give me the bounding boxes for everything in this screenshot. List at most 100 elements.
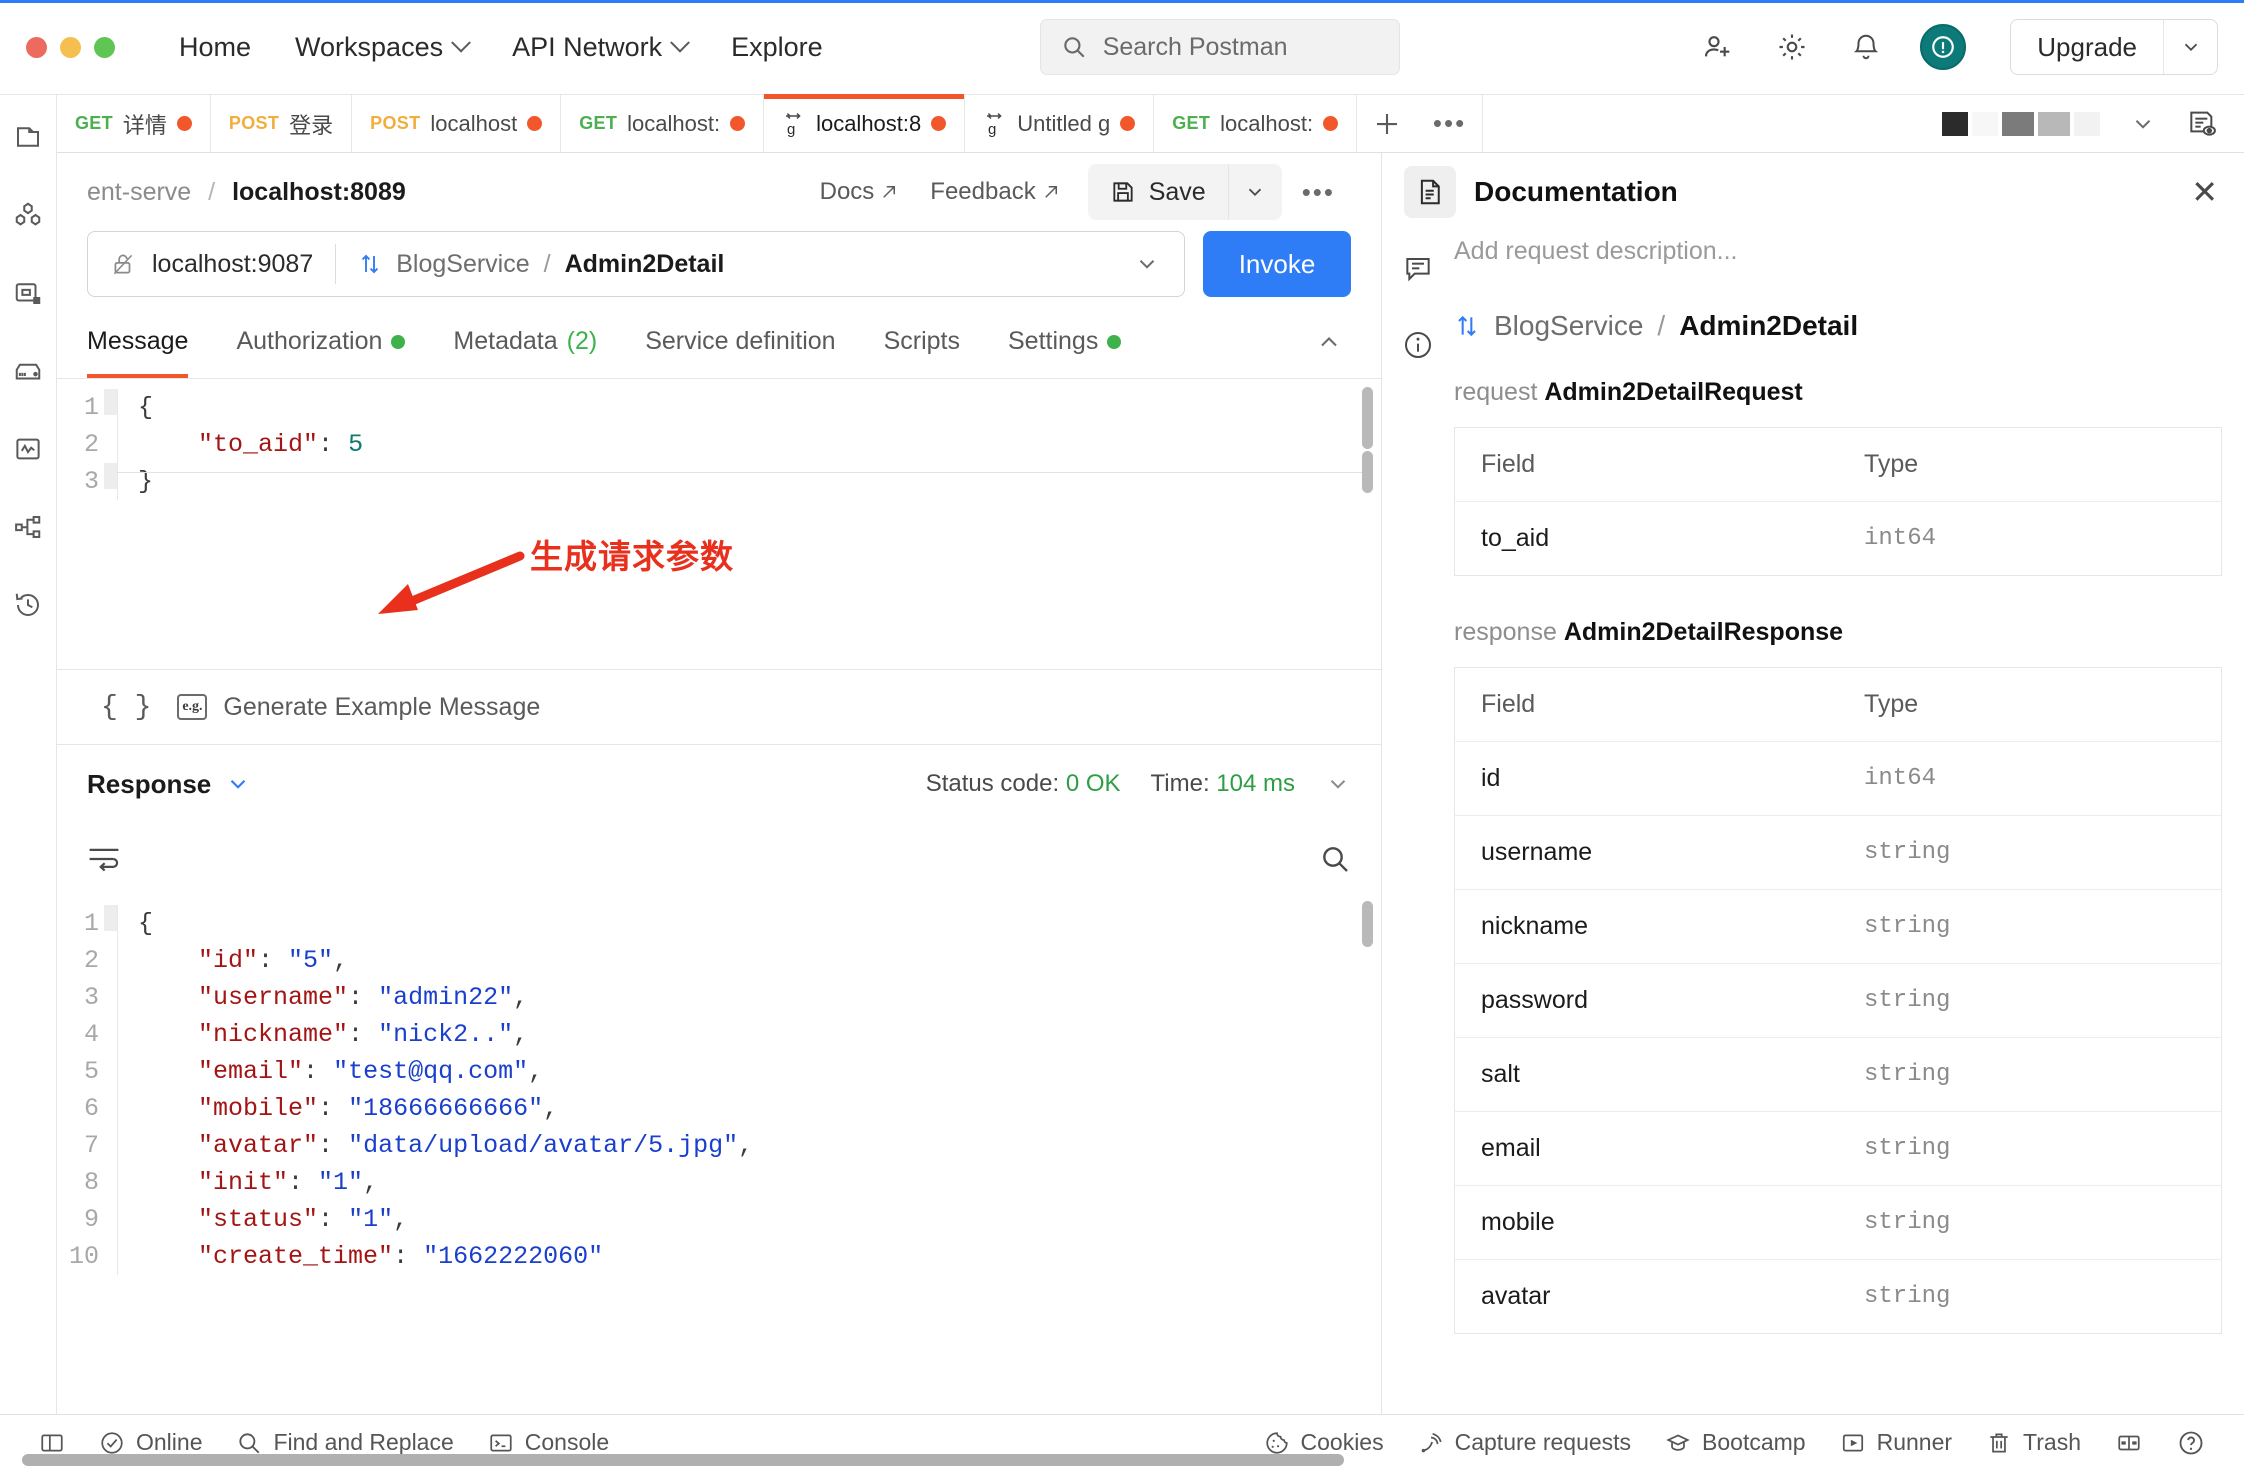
upgrade-button[interactable]: Upgrade <box>2010 19 2218 75</box>
sidebar-item-collections[interactable] <box>8 117 48 157</box>
nav-item-explore[interactable]: Explore <box>709 24 845 71</box>
editor-scrollbar[interactable] <box>1362 387 1373 449</box>
request-tab-active[interactable]: g localhost:8 <box>764 94 966 152</box>
message-code[interactable]: 1 2 3 { "to_aid": 5 } <box>57 379 1381 500</box>
fold-marker[interactable] <box>104 463 117 489</box>
notifications-bell-icon[interactable] <box>1846 27 1886 67</box>
code-lines[interactable]: { "id": "5", "username": "admin22", "nic… <box>104 905 1381 1275</box>
runner-button[interactable]: Runner <box>1823 1429 1969 1456</box>
tab-overflow-menu-button[interactable]: ••• <box>1417 95 1484 152</box>
grpc-method-selector[interactable]: BlogService / Admin2Detail <box>336 250 1110 279</box>
response-body[interactable]: 1 2 3 4 5 6 7 8 9 10 {"id": "5", "usern… <box>57 895 1381 1414</box>
documentation-separator: / <box>1657 310 1666 341</box>
save-options-chevron-down-icon[interactable] <box>1227 164 1282 220</box>
environment-chevron-down-icon[interactable] <box>2130 111 2156 137</box>
sidebar-item-reports[interactable] <box>8 429 48 469</box>
field-name: salt <box>1454 1037 1838 1112</box>
breadcrumb-collection[interactable]: ent-serve <box>87 178 191 206</box>
request-tab[interactable]: GET 详情 <box>57 95 211 152</box>
server-url-field[interactable]: localhost:9087 <box>88 250 335 279</box>
url-bar[interactable]: localhost:9087 BlogService / Admin2Detai… <box>87 231 1185 297</box>
response-title[interactable]: Response <box>87 769 251 800</box>
request-section-label: request <box>1454 378 1538 406</box>
online-status[interactable]: Online <box>82 1429 219 1456</box>
grpc-icon: g <box>983 111 1007 137</box>
tab-settings[interactable]: Settings <box>984 305 1145 378</box>
save-button[interactable]: Save <box>1087 164 1228 220</box>
capture-requests-button[interactable]: Capture requests <box>1401 1429 1648 1456</box>
unlocked-icon <box>110 251 136 277</box>
window-controls[interactable] <box>26 36 115 58</box>
request-tab[interactable]: POST 登录 <box>211 95 353 152</box>
response-scrollbar[interactable] <box>1362 901 1373 947</box>
tab-authorization[interactable]: Authorization <box>212 305 429 378</box>
collapse-chevron-up-icon[interactable] <box>1315 328 1351 356</box>
nav-item-api-network[interactable]: API Network <box>490 24 709 71</box>
sidebar-item-environments[interactable] <box>8 195 48 235</box>
documentation-title: Documentation <box>1474 176 1678 207</box>
maximize-window-button[interactable] <box>94 36 115 58</box>
postman-window: Home Workspaces API Network Explore Sear… <box>0 0 2244 1470</box>
minimize-window-button[interactable] <box>60 36 81 58</box>
breadcrumb[interactable]: ent-serve / localhost:8089 <box>87 178 406 207</box>
nav-item-workspaces[interactable]: Workspaces <box>273 24 490 71</box>
close-window-button[interactable] <box>26 36 47 58</box>
response-code[interactable]: 1 2 3 4 5 6 7 8 9 10 {"id": "5", "usern… <box>57 895 1381 1275</box>
editor-scrollbar-thumb[interactable] <box>1362 451 1373 493</box>
generate-example-message-button[interactable]: e.g. Generate Example Message <box>177 693 540 722</box>
find-and-replace-button[interactable]: Find and Replace <box>219 1429 470 1456</box>
request-more-menu-button[interactable]: ••• <box>1282 177 1355 208</box>
sidebar-item-monitors[interactable] <box>8 351 48 391</box>
toggle-sidebar-button[interactable] <box>22 1430 82 1456</box>
horizontal-scrollbar[interactable] <box>22 1454 1344 1466</box>
tab-message[interactable]: Message <box>87 305 212 378</box>
close-icon[interactable]: ✕ <box>2191 176 2218 208</box>
response-collapse-chevron-down-icon[interactable] <box>1325 771 1351 797</box>
sidebar-item-mock-servers[interactable] <box>8 273 48 313</box>
feedback-link-label: Feedback <box>930 178 1036 205</box>
response-search-icon[interactable] <box>1319 843 1351 875</box>
generate-bar: { } e.g. Generate Example Message <box>57 669 1381 745</box>
request-tab[interactable]: GET localhost: <box>561 95 765 152</box>
new-tab-button[interactable] <box>1357 95 1417 152</box>
gear-icon[interactable] <box>1772 27 1812 67</box>
chevron-down-icon[interactable] <box>2163 20 2217 74</box>
status-bar: Online Find and Replace Console Cookies <box>0 1414 2244 1470</box>
info-icon[interactable] <box>1402 329 1434 361</box>
nav-item-home[interactable]: Home <box>157 24 273 71</box>
environment-quick-look-icon[interactable] <box>2186 108 2218 140</box>
avatar[interactable] <box>1920 24 1967 70</box>
search-input[interactable]: Search Postman <box>1039 19 1400 75</box>
environment-selector[interactable] <box>1942 111 2100 136</box>
request-tab[interactable]: g Untitled g <box>965 95 1155 152</box>
documentation-icon[interactable] <box>1404 166 1456 218</box>
request-tab[interactable]: POST localhost <box>352 95 562 152</box>
feedback-link[interactable]: Feedback <box>914 178 1075 206</box>
message-editor[interactable]: 1 2 3 { "to_aid": 5 } <box>57 379 1381 669</box>
comments-icon[interactable] <box>1402 253 1434 285</box>
tab-metadata[interactable]: Metadata (2) <box>429 305 621 378</box>
line-numbers: 1 2 3 4 5 6 7 8 9 10 <box>57 905 117 1275</box>
code-line: "username": "admin22", <box>198 983 529 1012</box>
console-button[interactable]: Console <box>471 1429 626 1456</box>
trash-button[interactable]: Trash <box>1969 1429 2098 1456</box>
sidebar-item-flows[interactable] <box>8 507 48 547</box>
help-button[interactable] <box>2160 1429 2222 1457</box>
cookies-button[interactable]: Cookies <box>1247 1429 1401 1456</box>
sidebar-item-history[interactable] <box>8 585 48 625</box>
request-tab[interactable]: GET localhost: <box>1154 95 1358 152</box>
fold-marker[interactable] <box>104 905 117 931</box>
invite-user-icon[interactable] <box>1698 27 1738 67</box>
bootcamp-button[interactable]: Bootcamp <box>1648 1429 1823 1456</box>
prettify-button[interactable]: { } <box>87 692 177 723</box>
invoke-button[interactable]: Invoke <box>1203 231 1351 297</box>
fold-marker[interactable] <box>104 389 117 415</box>
method-chevron-down-icon[interactable] <box>1110 251 1184 277</box>
tab-scripts[interactable]: Scripts <box>860 305 984 378</box>
wrap-lines-icon[interactable] <box>87 844 121 874</box>
request-description-input[interactable]: Add request description... <box>1454 231 2222 310</box>
tab-service-definition[interactable]: Service definition <box>621 305 859 378</box>
code-lines[interactable]: { "to_aid": 5 } <box>104 389 1381 500</box>
two-pane-layout-button[interactable] <box>2098 1430 2160 1456</box>
docs-link[interactable]: Docs <box>804 178 915 206</box>
